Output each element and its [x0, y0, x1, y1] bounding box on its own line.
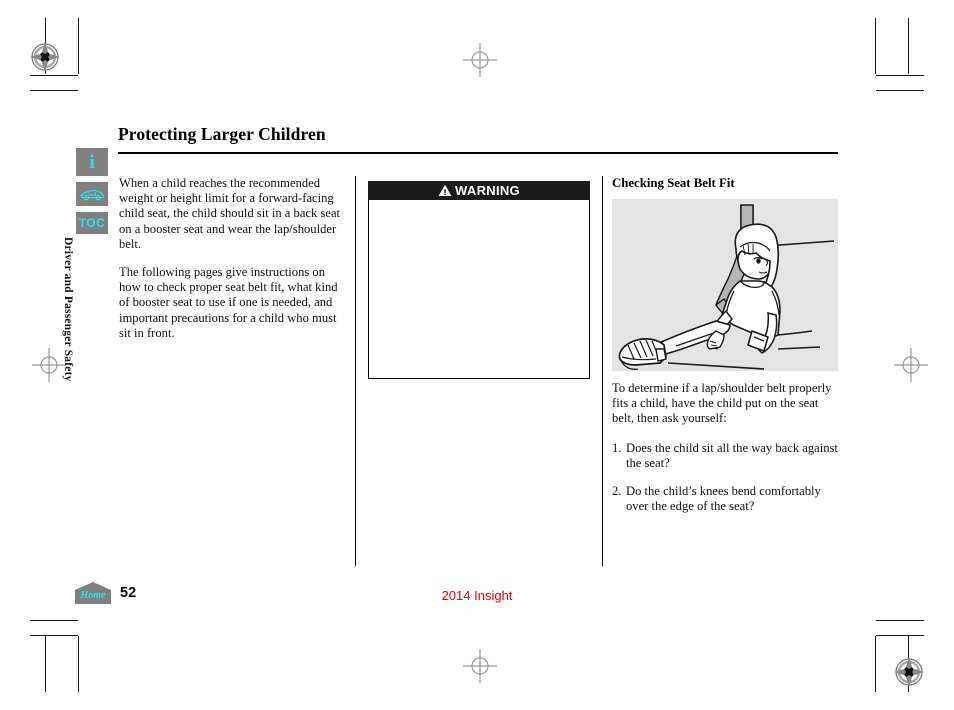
crop-mark-top-right-horizontal [876, 75, 924, 77]
warning-triangle-icon [438, 184, 452, 196]
section-label-vertical: Driver and Passenger Safety [62, 237, 74, 382]
crop-mark-top-left-horizontal-outer [30, 90, 78, 92]
toc-label: TOC [78, 216, 106, 230]
warning-header-bar: WARNING [367, 180, 591, 200]
crop-mark-bottom-right-horizontal-outer [876, 620, 924, 622]
illustration-svg [612, 199, 838, 371]
crop-mark-top-right-horizontal-outer [876, 90, 924, 92]
seat-belt-fit-questions: 1. Does the child sit all the way back a… [612, 441, 840, 515]
sidebar-item-info[interactable]: i [76, 148, 108, 176]
crop-mark-bottom-right-vertical [875, 636, 877, 692]
body-column-right: Checking Seat Belt Fit To determine if a… [612, 176, 840, 527]
body-column-left: When a child reaches the recommended wei… [119, 176, 347, 354]
registration-target-bottom-right [894, 657, 924, 687]
title-underline-rule [118, 152, 838, 154]
list-item-text: Do the child’s knees bend comfortably ov… [626, 484, 821, 514]
warning-body-text [369, 200, 589, 396]
footer-model-name: 2014 Insight [441, 588, 513, 603]
registration-crosshair-top [463, 43, 497, 77]
column-divider-2 [602, 176, 604, 566]
section-heading-checking-seat-belt-fit: Checking Seat Belt Fit [612, 176, 735, 190]
car-icon [79, 190, 104, 201]
list-item-text: Does the child sit all the way back agai… [626, 440, 838, 470]
crop-mark-bottom-left-horizontal [30, 635, 78, 637]
paragraph-intro: When a child reaches the recommended wei… [119, 176, 341, 251]
warning-label: WARNING [455, 182, 520, 198]
sidebar-nav: i TOC [76, 148, 110, 240]
child-seated-with-lap-shoulder-belt-illustration [612, 199, 838, 371]
crop-mark-top-left-horizontal [30, 75, 78, 77]
registration-crosshair-right [894, 348, 928, 382]
sidebar-item-vehicle[interactable] [76, 182, 108, 206]
crop-mark-bottom-left-horizontal-outer [30, 620, 78, 622]
crop-mark-top-right-vertical [875, 18, 877, 74]
column-divider-1 [355, 176, 357, 566]
list-item: 2. Do the child’s knees bend comfortably… [612, 484, 840, 514]
list-item: 1. Does the child sit all the way back a… [612, 441, 840, 471]
crop-mark-bottom-right-horizontal [876, 635, 924, 637]
manual-page: Protecting Larger Children i TOC Driver … [0, 0, 954, 710]
list-item-number: 2. [612, 484, 622, 499]
crop-mark-top-left-vertical [78, 18, 80, 74]
crop-mark-bottom-left-vertical [78, 636, 80, 692]
crop-mark-bottom-left-vertical-outer [45, 636, 47, 692]
crop-mark-top-right-vertical-outer [908, 18, 910, 74]
registration-target-top-left [30, 42, 60, 72]
paragraph-determine-fit: To determine if a lap/shoulder belt prop… [612, 381, 832, 426]
list-item-number: 1. [612, 440, 622, 455]
page-title: Protecting Larger Children [118, 124, 326, 144]
info-icon: i [89, 151, 95, 173]
registration-crosshair-bottom [463, 649, 497, 683]
paragraph-following-pages: The following pages give instructions on… [119, 265, 338, 340]
sidebar-item-toc[interactable]: TOC [76, 212, 108, 234]
warning-box: WARNING [367, 180, 591, 379]
